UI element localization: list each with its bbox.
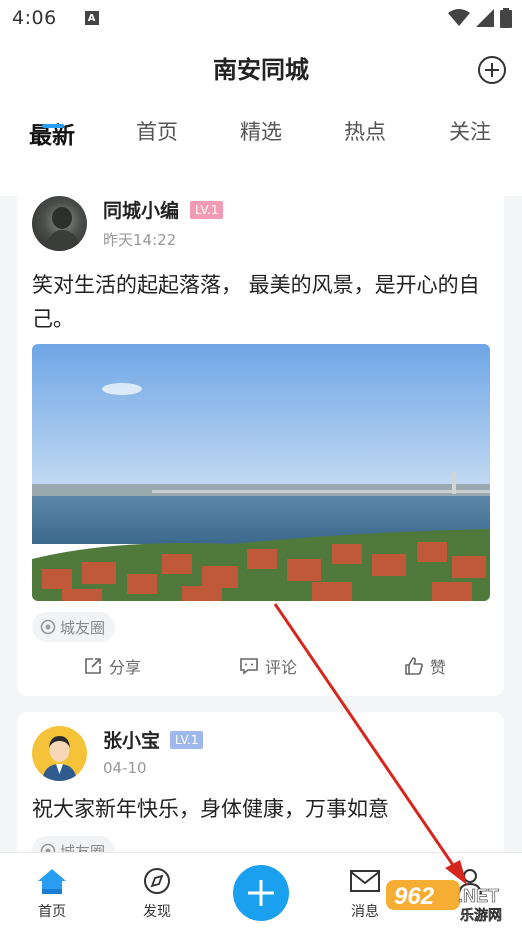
wifi-icon	[448, 9, 470, 26]
svg-text:.NET: .NET	[458, 886, 499, 906]
nav-messages-label: 消息	[351, 904, 379, 920]
username[interactable]: 张小宝	[103, 726, 160, 753]
nav-home-label: 首页	[38, 904, 66, 920]
compass-icon	[144, 868, 170, 894]
status-icons	[448, 8, 512, 28]
tab-following[interactable]: 关注	[449, 116, 491, 146]
post-text[interactable]: 祝大家新年快乐，身体健康，万事如意	[32, 792, 489, 826]
status-bar: 4:06 A	[0, 0, 522, 36]
nav-home[interactable]: 首页	[22, 867, 82, 921]
tab-home[interactable]: 首页	[136, 116, 178, 146]
tab-indicator	[42, 124, 64, 128]
tab-featured[interactable]: 精选	[240, 116, 282, 146]
share-icon	[85, 658, 101, 674]
circle-tag[interactable]: 城友圈	[32, 612, 116, 642]
username[interactable]: 同城小编	[103, 196, 179, 223]
post-text[interactable]: 笑对生活的起起落落， 最美的风景，是开心的自己。	[32, 268, 489, 336]
svg-text:乐游网: 乐游网	[460, 907, 502, 922]
post-time: 昨天14:22	[103, 231, 177, 249]
tab-bar: 最新 首页 精选 热点 关注	[0, 116, 522, 160]
app-header: 南安同城 最新 首页 精选 热点 关注	[0, 36, 522, 196]
level-badge: LV.1	[170, 731, 204, 749]
nav-discover[interactable]: 发现	[127, 867, 187, 921]
thumbs-up-icon	[405, 657, 423, 675]
post-image[interactable]	[32, 344, 490, 601]
avatar[interactable]	[32, 726, 87, 781]
comment-button[interactable]: 评论	[239, 654, 297, 678]
status-time: 4:06	[12, 7, 57, 29]
mail-icon	[350, 870, 380, 892]
post-card[interactable]: 张小宝 LV.1 04-10 祝大家新年快乐，身体健康，万事如意 城友圈	[17, 712, 504, 872]
svg-text:962: 962	[394, 883, 435, 910]
site-watermark: 962 .NET 乐游网	[386, 876, 516, 924]
circle-tag-icon	[40, 619, 56, 635]
a-letter-icon: A	[84, 11, 99, 25]
level-badge: LV.1	[190, 201, 224, 219]
comment-label: 评论	[264, 658, 298, 677]
share-button[interactable]: 分享	[83, 654, 141, 678]
avatar[interactable]	[32, 196, 87, 251]
page-title: 南安同城	[213, 56, 309, 84]
nav-discover-label: 发现	[143, 904, 171, 920]
plus-circle-icon[interactable]	[478, 56, 506, 84]
tab-latest[interactable]: 最新	[29, 116, 75, 150]
share-label: 分享	[108, 658, 142, 677]
post-fab-button[interactable]	[233, 865, 289, 921]
like-label: 赞	[429, 658, 447, 677]
post-actions: 分享 评论 赞	[17, 654, 504, 684]
tab-hot[interactable]: 热点	[344, 116, 386, 146]
post-time: 04-10	[103, 759, 147, 777]
circle-tag-label: 城友圈	[60, 618, 106, 637]
comment-icon	[240, 658, 258, 675]
home-icon	[38, 869, 66, 894]
like-button[interactable]: 赞	[404, 654, 446, 678]
post-card[interactable]: 同城小编 LV.1 昨天14:22 笑对生活的起起落落， 最美的风景，是开心的自…	[17, 182, 504, 696]
battery-icon	[500, 8, 512, 28]
signal-icon	[476, 9, 494, 27]
